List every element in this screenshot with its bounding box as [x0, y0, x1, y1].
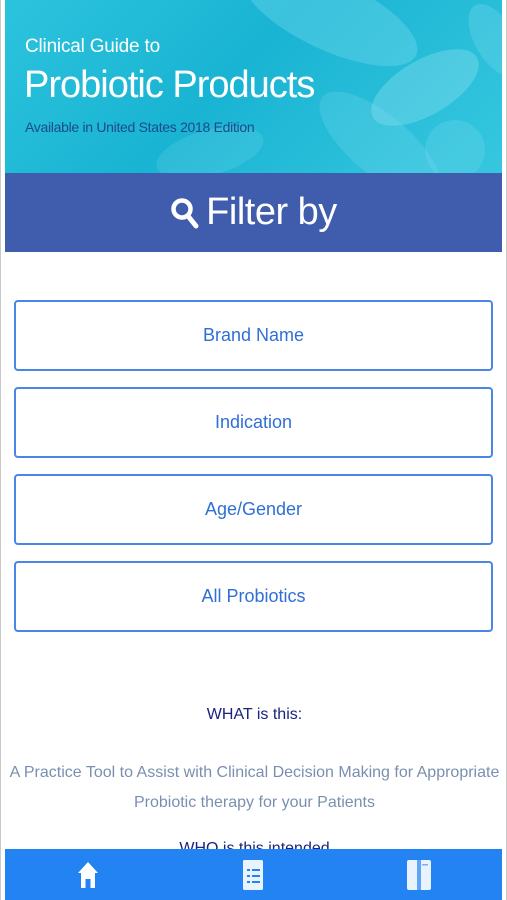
- age-gender-button[interactable]: Age/Gender: [14, 474, 493, 545]
- what-description: A Practice Tool to Assist with Clinical …: [9, 764, 500, 811]
- book-icon: [406, 859, 432, 891]
- indication-button[interactable]: Indication: [14, 387, 493, 458]
- filter-title: Filter by: [206, 191, 337, 233]
- age-gender-label: Age/Gender: [204, 499, 303, 519]
- tab-book[interactable]: [389, 849, 449, 900]
- all-probiotics-button[interactable]: All Probiotics: [14, 561, 493, 632]
- what-heading: WHAT is this:: [206, 706, 303, 723]
- banner-subtitle: Clinical Guide to: [25, 36, 160, 57]
- indication-label: Indication: [214, 412, 293, 432]
- list-icon: [242, 859, 264, 891]
- header-banner: Clinical Guide to Probiotic Products Ava…: [5, 0, 502, 173]
- all-probiotics-label: All Probiotics: [201, 586, 306, 606]
- brand-name-label: Brand Name: [202, 325, 305, 345]
- bottom-tab-bar: [5, 849, 502, 900]
- tab-home[interactable]: [58, 849, 118, 900]
- app-screen: Clinical Guide to Probiotic Products Ava…: [0, 0, 507, 900]
- home-icon: [77, 860, 99, 890]
- search-icon: [170, 196, 200, 230]
- banner-edition: Available in United States 2018 Edition: [25, 119, 255, 135]
- brand-name-button[interactable]: Brand Name: [14, 300, 493, 371]
- tab-list[interactable]: [223, 849, 283, 900]
- banner-title: Probiotic Products: [24, 64, 315, 106]
- filter-header: Filter by: [5, 173, 502, 252]
